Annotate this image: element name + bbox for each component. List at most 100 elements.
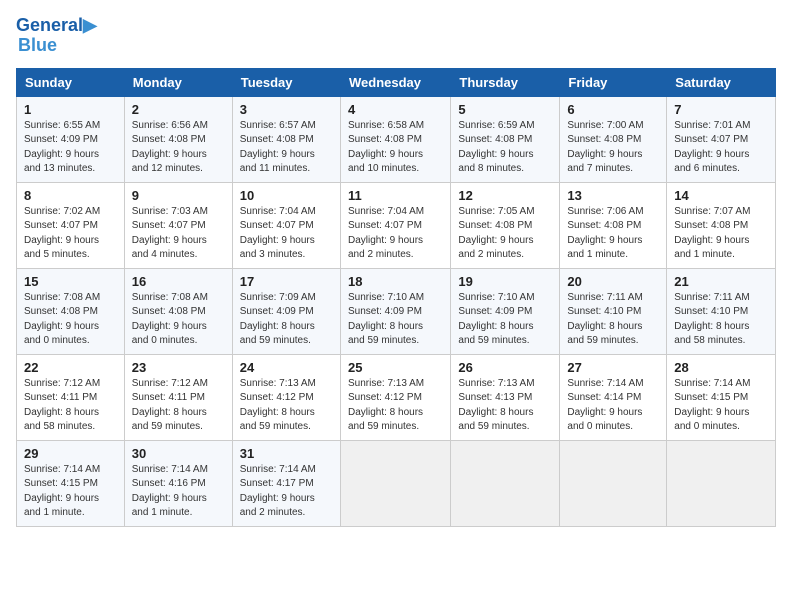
day-detail: Sunrise: 7:08 AM Sunset: 4:08 PM Dayligh… [24, 291, 117, 349]
day-number: 6 [567, 102, 659, 117]
calendar-cell: 31 Sunrise: 7:14 AM Sunset: 4:17 PM Dayli… [232, 440, 340, 526]
day-detail: Sunrise: 7:08 AM Sunset: 4:08 PM Dayligh… [132, 291, 225, 349]
calendar-cell: 13 Sunrise: 7:06 AM Sunset: 4:08 PM Dayli… [560, 182, 667, 268]
calendar-cell: 7 Sunrise: 7:01 AM Sunset: 4:07 PM Daylig… [667, 96, 776, 182]
calendar-body: 1 Sunrise: 6:55 AM Sunset: 4:09 PM Daylig… [17, 96, 776, 526]
calendar-cell: 15 Sunrise: 7:08 AM Sunset: 4:08 PM Dayli… [17, 268, 125, 354]
day-number: 30 [132, 446, 225, 461]
calendar-cell: 4 Sunrise: 6:58 AM Sunset: 4:08 PM Daylig… [340, 96, 450, 182]
day-detail: Sunrise: 7:14 AM Sunset: 4:15 PM Dayligh… [674, 377, 768, 435]
day-detail: Sunrise: 6:56 AM Sunset: 4:08 PM Dayligh… [132, 119, 225, 177]
calendar-cell [340, 440, 450, 526]
day-number: 11 [348, 188, 443, 203]
day-number: 22 [24, 360, 117, 375]
day-detail: Sunrise: 7:01 AM Sunset: 4:07 PM Dayligh… [674, 119, 768, 177]
day-number: 4 [348, 102, 443, 117]
day-detail: Sunrise: 7:14 AM Sunset: 4:16 PM Dayligh… [132, 463, 225, 521]
day-detail: Sunrise: 7:04 AM Sunset: 4:07 PM Dayligh… [240, 205, 333, 263]
logo: General▶ Blue [16, 16, 97, 56]
day-number: 9 [132, 188, 225, 203]
calendar-cell: 9 Sunrise: 7:03 AM Sunset: 4:07 PM Daylig… [124, 182, 232, 268]
day-header-thursday: Thursday [451, 68, 560, 96]
day-detail: Sunrise: 7:02 AM Sunset: 4:07 PM Dayligh… [24, 205, 117, 263]
calendar-cell: 14 Sunrise: 7:07 AM Sunset: 4:08 PM Dayli… [667, 182, 776, 268]
calendar-cell: 17Sunrise: 7:09 AM Sunset: 4:09 PM Dayli… [232, 268, 340, 354]
day-number: 7 [674, 102, 768, 117]
calendar-cell: 3 Sunrise: 6:57 AM Sunset: 4:08 PM Daylig… [232, 96, 340, 182]
calendar-cell: 28Sunrise: 7:14 AM Sunset: 4:15 PM Dayli… [667, 354, 776, 440]
calendar-cell [451, 440, 560, 526]
day-detail: Sunrise: 7:10 AM Sunset: 4:09 PM Dayligh… [348, 291, 443, 349]
day-detail: Sunrise: 7:03 AM Sunset: 4:07 PM Dayligh… [132, 205, 225, 263]
calendar-cell: 6 Sunrise: 7:00 AM Sunset: 4:08 PM Daylig… [560, 96, 667, 182]
calendar-cell: 19 Sunrise: 7:10 AM Sunset: 4:09 PM Dayli… [451, 268, 560, 354]
calendar-cell: 26Sunrise: 7:13 AM Sunset: 4:13 PM Dayli… [451, 354, 560, 440]
day-header-tuesday: Tuesday [232, 68, 340, 96]
calendar-cell: 21 Sunrise: 7:11 AM Sunset: 4:10 PM Dayli… [667, 268, 776, 354]
day-number: 2 [132, 102, 225, 117]
logo-blue-text: Blue [18, 36, 97, 56]
calendar-week-4: 22 Sunrise: 7:12 AM Sunset: 4:11 PM Dayli… [17, 354, 776, 440]
calendar-cell: 5Sunrise: 6:59 AM Sunset: 4:08 PM Daylig… [451, 96, 560, 182]
day-detail: Sunrise: 7:07 AM Sunset: 4:08 PM Dayligh… [674, 205, 768, 263]
day-number: 29 [24, 446, 117, 461]
day-header-sunday: Sunday [17, 68, 125, 96]
day-number: 3 [240, 102, 333, 117]
day-number: 12 [458, 188, 552, 203]
day-detail: Sunrise: 7:06 AM Sunset: 4:08 PM Dayligh… [567, 205, 659, 263]
calendar-cell: 1 Sunrise: 6:55 AM Sunset: 4:09 PM Daylig… [17, 96, 125, 182]
day-number: 21 [674, 274, 768, 289]
calendar-cell: 30 Sunrise: 7:14 AM Sunset: 4:16 PM Dayli… [124, 440, 232, 526]
day-number: 8 [24, 188, 117, 203]
day-number: 23 [132, 360, 225, 375]
day-number: 20 [567, 274, 659, 289]
calendar-week-3: 15 Sunrise: 7:08 AM Sunset: 4:08 PM Dayli… [17, 268, 776, 354]
calendar-cell [667, 440, 776, 526]
calendar-cell: 12 Sunrise: 7:05 AM Sunset: 4:08 PM Dayli… [451, 182, 560, 268]
day-header-wednesday: Wednesday [340, 68, 450, 96]
day-detail: Sunrise: 7:14 AM Sunset: 4:15 PM Dayligh… [24, 463, 117, 521]
day-detail: Sunrise: 6:58 AM Sunset: 4:08 PM Dayligh… [348, 119, 443, 177]
day-number: 26 [458, 360, 552, 375]
day-number: 24 [240, 360, 333, 375]
day-detail: Sunrise: 7:04 AM Sunset: 4:07 PM Dayligh… [348, 205, 443, 263]
day-detail: Sunrise: 6:59 AM Sunset: 4:08 PM Dayligh… [458, 119, 552, 177]
day-number: 31 [240, 446, 333, 461]
day-detail: Sunrise: 6:57 AM Sunset: 4:08 PM Dayligh… [240, 119, 333, 177]
calendar-cell: 20Sunrise: 7:11 AM Sunset: 4:10 PM Dayli… [560, 268, 667, 354]
day-number: 17 [240, 274, 333, 289]
day-detail: Sunrise: 7:00 AM Sunset: 4:08 PM Dayligh… [567, 119, 659, 177]
day-number: 14 [674, 188, 768, 203]
day-number: 19 [458, 274, 552, 289]
day-number: 25 [348, 360, 443, 375]
day-number: 1 [24, 102, 117, 117]
day-detail: Sunrise: 7:10 AM Sunset: 4:09 PM Dayligh… [458, 291, 552, 349]
day-number: 18 [348, 274, 443, 289]
calendar-cell: 16Sunrise: 7:08 AM Sunset: 4:08 PM Dayli… [124, 268, 232, 354]
calendar-cell: 24 Sunrise: 7:13 AM Sunset: 4:12 PM Dayli… [232, 354, 340, 440]
day-detail: Sunrise: 7:12 AM Sunset: 4:11 PM Dayligh… [132, 377, 225, 435]
calendar-cell: 10 Sunrise: 7:04 AM Sunset: 4:07 PM Dayli… [232, 182, 340, 268]
day-detail: Sunrise: 7:14 AM Sunset: 4:17 PM Dayligh… [240, 463, 333, 521]
day-detail: Sunrise: 7:12 AM Sunset: 4:11 PM Dayligh… [24, 377, 117, 435]
day-number: 10 [240, 188, 333, 203]
day-detail: Sunrise: 7:11 AM Sunset: 4:10 PM Dayligh… [674, 291, 768, 349]
calendar-cell: 29 Sunrise: 7:14 AM Sunset: 4:15 PM Dayli… [17, 440, 125, 526]
calendar-cell: 22 Sunrise: 7:12 AM Sunset: 4:11 PM Dayli… [17, 354, 125, 440]
day-detail: Sunrise: 7:05 AM Sunset: 4:08 PM Dayligh… [458, 205, 552, 263]
day-detail: Sunrise: 7:13 AM Sunset: 4:12 PM Dayligh… [240, 377, 333, 435]
calendar-cell: 23 Sunrise: 7:12 AM Sunset: 4:11 PM Dayli… [124, 354, 232, 440]
day-detail: Sunrise: 6:55 AM Sunset: 4:09 PM Dayligh… [24, 119, 117, 177]
day-number: 27 [567, 360, 659, 375]
calendar-week-5: 29 Sunrise: 7:14 AM Sunset: 4:15 PM Dayli… [17, 440, 776, 526]
page-header: General▶ Blue [16, 16, 776, 56]
calendar-table: SundayMondayTuesdayWednesdayThursdayFrid… [16, 68, 776, 527]
calendar-cell: 27Sunrise: 7:14 AM Sunset: 4:14 PM Dayli… [560, 354, 667, 440]
day-number: 15 [24, 274, 117, 289]
day-number: 13 [567, 188, 659, 203]
calendar-week-1: 1 Sunrise: 6:55 AM Sunset: 4:09 PM Daylig… [17, 96, 776, 182]
calendar-header-row: SundayMondayTuesdayWednesdayThursdayFrid… [17, 68, 776, 96]
calendar-cell [560, 440, 667, 526]
day-header-saturday: Saturday [667, 68, 776, 96]
calendar-cell: 25Sunrise: 7:13 AM Sunset: 4:12 PM Dayli… [340, 354, 450, 440]
